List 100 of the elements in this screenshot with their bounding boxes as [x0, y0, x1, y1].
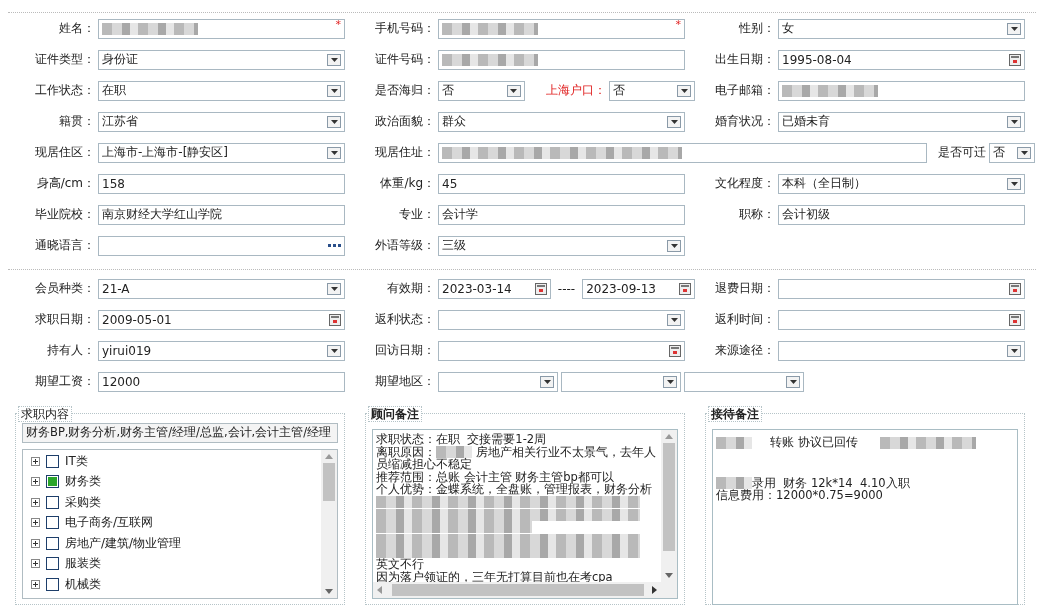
scroll-down-icon[interactable]	[325, 589, 333, 594]
notes-textarea[interactable]: 转账 协议已回传 录用 财务 12k*14 4.10入职 信息费用：12000*0.75=9000	[712, 429, 1018, 605]
date-field[interactable]	[778, 278, 1025, 299]
text-field[interactable]: 会计学	[438, 204, 685, 225]
calendar-icon[interactable]	[1009, 53, 1021, 66]
more-icon[interactable]	[328, 244, 341, 247]
tree-item-label[interactable]: 房地产/建筑/物业管理	[65, 534, 182, 552]
select-field[interactable]: 本科（全日制）	[778, 173, 1025, 194]
date-field[interactable]: 2023-09-13	[582, 278, 695, 299]
text-field[interactable]	[438, 142, 927, 163]
select-field[interactable]: 江苏省	[98, 111, 345, 132]
checkbox[interactable]	[46, 536, 59, 550]
tree-item-label[interactable]: IT类	[65, 452, 88, 470]
dropdown-button[interactable]	[1007, 177, 1021, 190]
dropdown-button[interactable]	[327, 84, 341, 97]
date-field[interactable]: 2009-05-01	[98, 309, 345, 330]
scroll-down-icon[interactable]	[665, 573, 673, 578]
calendar-icon[interactable]	[1009, 282, 1021, 295]
checkbox[interactable]	[46, 454, 59, 468]
checkbox[interactable]	[46, 516, 59, 530]
text-field[interactable]: 45	[438, 173, 685, 194]
dropdown-button[interactable]	[506, 84, 521, 97]
dropdown-button[interactable]	[540, 375, 554, 388]
checkbox[interactable]	[46, 475, 59, 489]
dropdown-button[interactable]	[663, 375, 677, 388]
tree-item-label[interactable]: 财务类	[65, 473, 101, 491]
dropdown-button[interactable]	[786, 375, 800, 388]
dropdown-button[interactable]	[327, 115, 341, 128]
select-field[interactable]: 已婚未育	[778, 111, 1025, 132]
select-field[interactable]	[561, 371, 681, 392]
dropdown-button[interactable]	[327, 282, 341, 295]
dropdown-button[interactable]	[667, 115, 681, 128]
expand-icon[interactable]	[31, 497, 40, 507]
select-field[interactable]	[684, 371, 804, 392]
select-field[interactable]: 在职	[98, 80, 345, 101]
select-field[interactable]: 上海市-上海市-[静安区]	[98, 142, 345, 163]
select-field[interactable]: 否	[438, 80, 525, 101]
dropdown-button[interactable]	[667, 239, 681, 252]
date-field[interactable]: 1995-08-04	[778, 49, 1025, 70]
text-field[interactable]: 南京财经大学红山学院	[98, 204, 345, 225]
date-field[interactable]	[778, 309, 1025, 330]
scroll-right-icon[interactable]	[652, 586, 657, 594]
checkbox[interactable]	[46, 495, 59, 509]
text-field[interactable]: 会计初级	[778, 204, 1025, 225]
select-field[interactable]: 三级	[438, 235, 685, 256]
scroll-thumb[interactable]	[323, 463, 335, 501]
text-field[interactable]	[438, 49, 685, 70]
tree-item-label[interactable]: 服装类	[65, 555, 101, 573]
dropdown-button[interactable]	[1007, 22, 1021, 35]
select-field[interactable]: yirui019	[98, 340, 345, 361]
summary-field[interactable]: 财务BP,财务分析,财务主管/经理/总监,会计,会计主管/经理	[22, 423, 338, 443]
date-field[interactable]: 2023-03-14	[438, 278, 551, 299]
calendar-icon[interactable]	[669, 344, 681, 357]
text-field[interactable]: *	[438, 18, 685, 39]
text-field[interactable]: 158	[98, 173, 345, 194]
dropdown-button[interactable]	[327, 146, 341, 159]
tree-item-label[interactable]: 电子商务/互联网	[65, 514, 154, 532]
dropdown-button[interactable]	[1017, 146, 1031, 159]
calendar-icon[interactable]	[679, 282, 691, 295]
calendar-icon[interactable]	[534, 282, 547, 295]
calendar-icon[interactable]	[329, 313, 341, 326]
picker-field[interactable]	[98, 235, 345, 256]
field-value: 在职	[102, 82, 127, 99]
text-field[interactable]: 12000	[98, 371, 345, 392]
date-field[interactable]	[438, 340, 685, 361]
expand-icon[interactable]	[31, 477, 40, 487]
dropdown-button[interactable]	[327, 344, 341, 357]
text-field[interactable]	[778, 80, 1025, 101]
expand-icon[interactable]	[31, 579, 40, 589]
expand-icon[interactable]	[31, 456, 40, 466]
horizontal-scrollbar[interactable]	[373, 582, 661, 598]
dropdown-button[interactable]	[327, 53, 341, 66]
checkbox[interactable]	[46, 577, 59, 591]
select-field[interactable]	[778, 340, 1025, 361]
calendar-icon[interactable]	[1009, 313, 1021, 326]
scrollbar[interactable]	[321, 450, 337, 598]
expand-icon[interactable]	[31, 538, 40, 548]
select-field[interactable]: 女	[778, 18, 1025, 39]
expand-icon[interactable]	[31, 518, 40, 528]
scroll-thumb[interactable]	[663, 443, 675, 551]
select-field[interactable]: 21-A	[98, 278, 345, 299]
tree-item-label[interactable]: 采购类	[65, 493, 101, 511]
dropdown-button[interactable]	[1007, 344, 1021, 357]
expand-icon[interactable]	[31, 559, 40, 569]
dropdown-button[interactable]	[1007, 115, 1021, 128]
scroll-thumb[interactable]	[392, 584, 644, 596]
dropdown-button[interactable]	[667, 313, 681, 326]
dropdown-button[interactable]	[677, 84, 691, 97]
select-field[interactable]: 否	[989, 142, 1035, 163]
select-field[interactable]	[438, 309, 685, 330]
select-field[interactable]	[438, 371, 558, 392]
select-field[interactable]: 否	[608, 80, 695, 101]
checkbox[interactable]	[46, 557, 59, 571]
tree-item-label[interactable]: 机械类	[65, 575, 101, 593]
select-field[interactable]: 身份证	[98, 49, 345, 70]
select-field[interactable]: 群众	[438, 111, 685, 132]
vertical-scrollbar[interactable]	[661, 430, 677, 582]
notes-textarea[interactable]: 求职状态：在职 交接需要1-2周 离职原因： 房地产相关行业不太景气，去年人 员缩减担心不稳定 推荐范围：总账 会计主管 财务主管bp都可以 个人优势：金蝶系统，全盘账，管理报表，财务分析 英文不行 因为落户领证的，三年无打算目前也在考cpa	[372, 429, 678, 599]
text-field[interactable]: *	[98, 18, 345, 39]
field-label: 是否可迁	[937, 144, 986, 161]
